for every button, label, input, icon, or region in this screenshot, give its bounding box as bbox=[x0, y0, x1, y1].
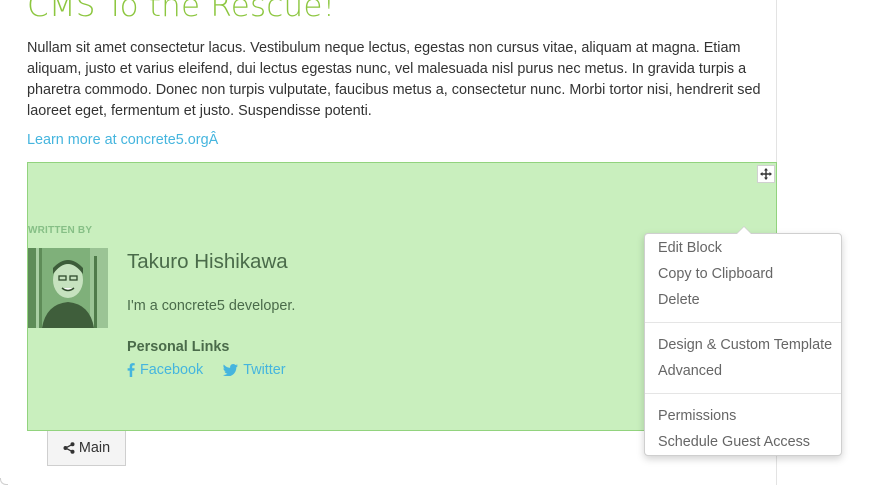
block-context-menu: Edit Block Copy to Clipboard Delete Desi… bbox=[644, 226, 842, 456]
move-block-handle[interactable] bbox=[757, 165, 775, 183]
author-avatar bbox=[28, 248, 108, 328]
menu-item-delete[interactable]: Delete bbox=[658, 292, 700, 308]
menu-item-permissions[interactable]: Permissions bbox=[658, 408, 736, 424]
twitter-link-label: Twitter bbox=[243, 362, 286, 378]
facebook-icon bbox=[127, 363, 135, 377]
twitter-link[interactable]: Twitter bbox=[223, 362, 286, 378]
personal-links-heading: Personal Links bbox=[127, 339, 230, 355]
twitter-icon bbox=[223, 364, 239, 376]
area-main-tab[interactable]: Main bbox=[47, 431, 126, 466]
social-links: Facebook Twitter bbox=[127, 362, 286, 378]
area-main-label: Main bbox=[78, 440, 111, 456]
written-by-label: WRITTEN BY bbox=[28, 225, 93, 236]
body-paragraph: Nullam sit amet consectetur lacus. Vesti… bbox=[27, 40, 761, 119]
menu-divider bbox=[645, 322, 841, 323]
move-arrows-icon bbox=[760, 168, 772, 180]
menu-item-advanced[interactable]: Advanced bbox=[658, 363, 722, 379]
facebook-link-label: Facebook bbox=[140, 362, 204, 378]
menu-item-design-custom-template[interactable]: Design & Custom Template bbox=[658, 337, 832, 353]
author-bio: I'm a concrete5 developer. bbox=[127, 298, 296, 314]
menu-pointer bbox=[736, 226, 752, 234]
menu-divider bbox=[645, 393, 841, 394]
learn-more-link[interactable]: Learn more at concrete5.orgÂ bbox=[27, 132, 218, 148]
menu-item-copy-to-clipboard[interactable]: Copy to Clipboard bbox=[658, 266, 773, 282]
page-heading: CMS To the Rescue! bbox=[27, 0, 336, 24]
menu-item-schedule-guest-access[interactable]: Schedule Guest Access bbox=[658, 434, 810, 450]
share-icon bbox=[63, 442, 75, 454]
menu-item-edit-block[interactable]: Edit Block bbox=[658, 240, 722, 256]
author-name: Takuro Hishikawa bbox=[127, 250, 288, 273]
facebook-link[interactable]: Facebook bbox=[127, 362, 203, 378]
